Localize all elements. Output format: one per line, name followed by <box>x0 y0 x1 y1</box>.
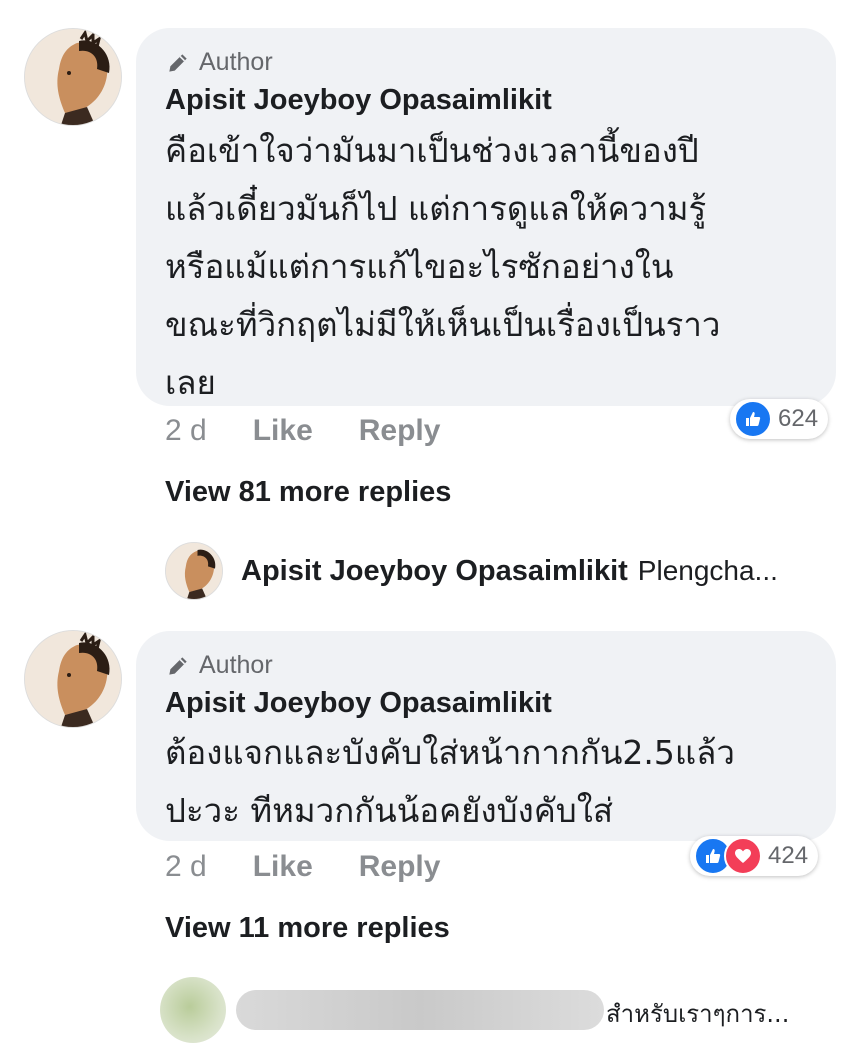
comment-actions: 2 d Like Reply <box>165 414 486 448</box>
blurred-name <box>236 990 604 1030</box>
reply-preview[interactable]: Apisit Joeyboy Opasaimlikit Plengcha... <box>165 542 778 600</box>
view-more-replies[interactable]: View 81 more replies <box>165 476 451 509</box>
author-badge-label: Author <box>199 651 273 679</box>
avatar-illustration <box>25 29 121 125</box>
reply-author-name: Apisit Joeyboy Opasaimlikit <box>241 554 628 587</box>
reaction-summary[interactable]: 624 <box>730 399 829 439</box>
commenter-name[interactable]: Apisit Joeyboy Opasaimlikit <box>165 687 552 720</box>
avatar-illustration <box>166 543 222 599</box>
avatar-illustration <box>25 631 121 727</box>
comment-line: คือเข้าใจว่ามันมาเป็นช่วงเวลานี้ของปี <box>165 131 699 170</box>
timestamp[interactable]: 2 d <box>165 414 207 448</box>
like-button[interactable]: Like <box>253 414 313 448</box>
reaction-count: 624 <box>778 405 819 432</box>
comment-text: ต้องแจกและบังคับใส่หน้ากากกัน2.5แล้ว ปะว… <box>165 724 825 840</box>
author-badge: Author <box>165 48 273 77</box>
reaction-summary[interactable]: 424 <box>690 836 819 876</box>
author-badge-label: Author <box>199 48 273 76</box>
comment-line: ปะวะ ทีหมวกกันน้อคยังบังคับใส่ <box>165 791 613 830</box>
pencil-icon <box>169 53 187 72</box>
next-comment-text: สำหรับเราๆการ... <box>606 1000 790 1028</box>
reply-button[interactable]: Reply <box>359 850 441 884</box>
reaction-count: 424 <box>768 842 809 869</box>
comment-line: เลย <box>165 363 216 402</box>
comment-actions: 2 d Like Reply <box>165 850 486 884</box>
pencil-icon <box>169 656 187 675</box>
love-icon <box>724 837 762 875</box>
timestamp[interactable]: 2 d <box>165 850 207 884</box>
next-comment-snippet[interactable]: สำหรับเราๆการ... <box>606 994 789 1033</box>
reply-snippet: Plengcha... <box>637 555 778 586</box>
reply-avatar <box>165 542 223 600</box>
commenter-name[interactable]: Apisit Joeyboy Opasaimlikit <box>165 84 552 117</box>
author-avatar[interactable] <box>24 28 122 126</box>
comment-line: แล้วเดี๋ยวมันก็ไป แต่การดูแลให้ความรู้ <box>165 189 707 228</box>
comment-line: ต้องแจกและบังคับใส่หน้ากากกัน2.5แล้ว <box>165 733 735 772</box>
comment-text: คือเข้าใจว่ามันมาเป็นช่วงเวลานี้ของปี แล… <box>165 122 825 412</box>
reply-button[interactable]: Reply <box>359 414 441 448</box>
comment-line: หรือแม้แต่การแก้ไขอะไรซักอย่างใน <box>165 247 674 286</box>
view-more-replies[interactable]: View 11 more replies <box>165 912 450 945</box>
like-button[interactable]: Like <box>253 850 313 884</box>
like-icon <box>734 400 772 438</box>
blurred-avatar <box>160 977 226 1043</box>
author-avatar[interactable] <box>24 630 122 728</box>
comment-line: ขณะที่วิกฤตไม่มีให้เห็นเป็นเรื่องเป็นราว <box>165 305 721 344</box>
author-badge: Author <box>165 651 273 680</box>
